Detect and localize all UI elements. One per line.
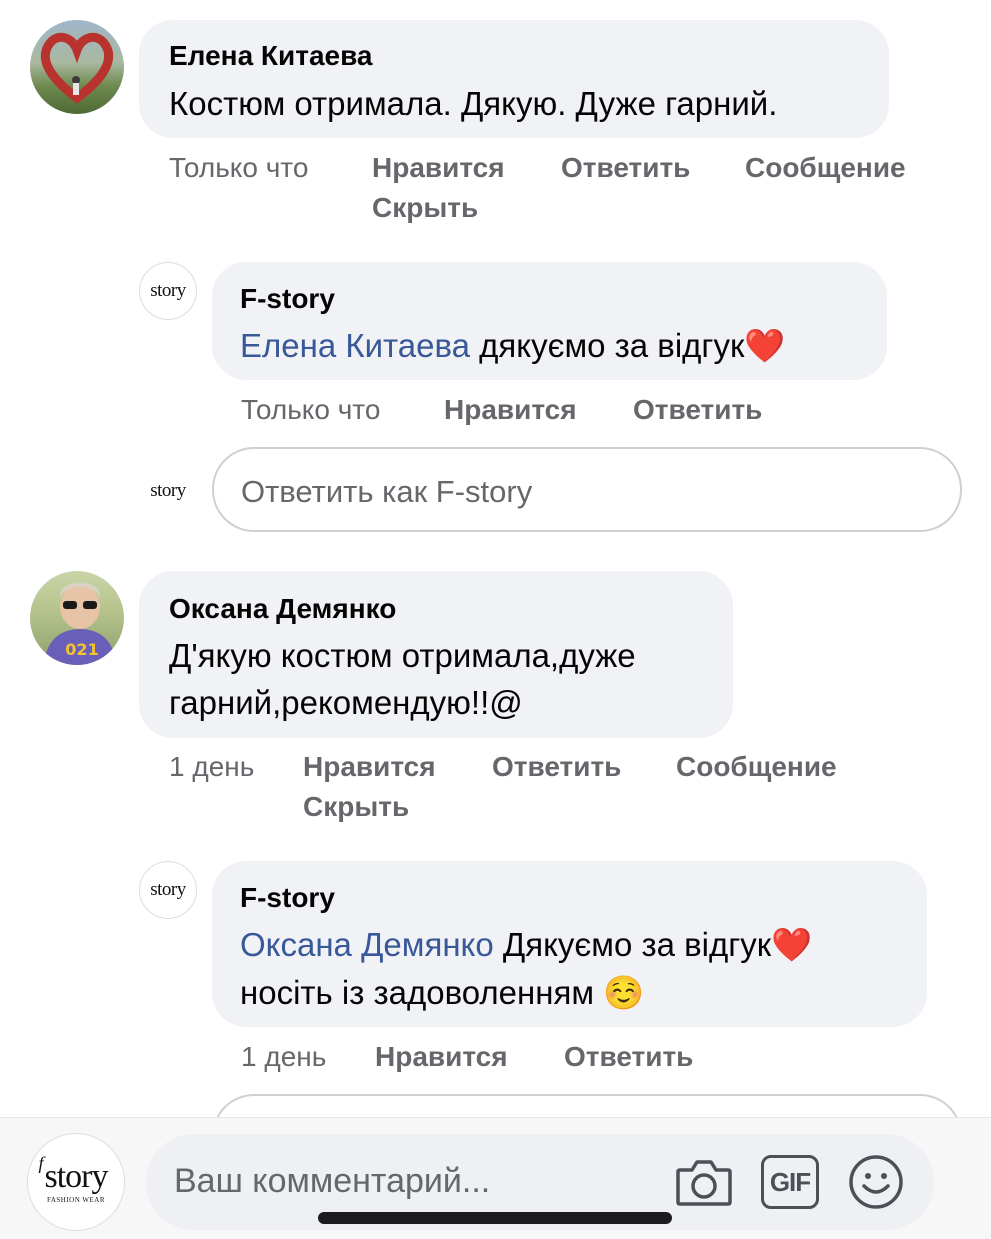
fstory-logo-text: story <box>150 480 186 501</box>
mention-link[interactable]: Елена Китаева <box>240 327 470 364</box>
avatar-elena[interactable] <box>30 20 124 114</box>
comment-bubble: Елена Китаева Костюм отримала. Дякую. Ду… <box>139 20 889 138</box>
smiling-emoji: ☺️ <box>603 974 645 1011</box>
camera-icon[interactable] <box>674 1154 734 1210</box>
like-button[interactable]: Нравится <box>372 152 505 184</box>
composer-avatar[interactable]: f story FASHION WEAR <box>28 1134 124 1230</box>
reply-like-button[interactable]: Нравится <box>375 1041 508 1073</box>
reply-time[interactable]: 1 день <box>241 1041 326 1073</box>
comment-author[interactable]: Оксана Демянко <box>169 593 396 625</box>
comment-time[interactable]: Только что <box>169 152 308 184</box>
fstory-logo-text: story <box>150 879 186 900</box>
comment-input-placeholder: Ваш комментарий... <box>174 1162 491 1200</box>
hide-button[interactable]: Скрыть <box>372 192 478 224</box>
fstory-avatar[interactable]: story <box>140 862 196 918</box>
reply-text-line1: Оксана Демянко Дякуємо за відгук❤️ <box>240 921 812 969</box>
reply-bubble: F-story Елена Китаева дякуємо за відгук❤… <box>212 262 887 380</box>
reply-text-line2-body: носіть із задоволенням <box>240 974 604 1011</box>
comment-time[interactable]: 1 день <box>169 751 254 783</box>
like-button[interactable]: Нравится <box>303 751 436 783</box>
person-photo-image: 021 <box>44 582 116 665</box>
gif-icon[interactable]: GIF <box>761 1155 819 1209</box>
gif-label: GIF <box>769 1166 811 1197</box>
message-button[interactable]: Сообщение <box>676 751 837 783</box>
reply-reply-button[interactable]: Ответить <box>564 1041 693 1073</box>
comment-text-line2: гарний,рекомендую!!@ <box>169 684 523 721</box>
heart-emoji: ❤️ <box>771 926 813 963</box>
svg-text:021: 021 <box>65 640 98 659</box>
reply-button[interactable]: Ответить <box>561 152 690 184</box>
heart-sculpture-image <box>40 32 114 104</box>
message-button[interactable]: Сообщение <box>745 152 906 184</box>
fstory-logo-text: story <box>150 280 186 301</box>
reply-author[interactable]: F-story <box>240 283 335 315</box>
reply-time[interactable]: Только что <box>241 394 380 426</box>
reply-as-placeholder: Ответить как F-story <box>241 474 533 509</box>
reply-text-line2: носіть із задоволенням ☺️ <box>240 969 644 1017</box>
reply-button[interactable]: Ответить <box>492 751 621 783</box>
mention-link[interactable]: Оксана Демянко <box>240 926 494 963</box>
composer-logo: f story <box>39 1153 109 1195</box>
reply-text: Елена Китаева дякуємо за відгук❤️ <box>240 322 786 370</box>
logo-letter-f: f <box>38 1153 44 1173</box>
reply-author[interactable]: F-story <box>240 882 335 914</box>
fstory-avatar[interactable]: story <box>140 263 196 319</box>
comment-bubble: Оксана Демянко Д'якую костюм отримала,ду… <box>139 571 733 738</box>
smiley-icon[interactable] <box>848 1154 904 1210</box>
logo-subtext: FASHION WEAR <box>46 1196 106 1204</box>
logo-text: story <box>44 1158 109 1195</box>
reply-as-input[interactable]: Ответить как F-story <box>212 447 962 532</box>
comment-author[interactable]: Елена Китаева <box>169 40 373 72</box>
comment-text: Костюм отримала. Дякую. Дуже гарний. <box>169 85 778 122</box>
hide-button[interactable]: Скрыть <box>303 791 409 823</box>
heart-emoji: ❤️ <box>744 327 786 364</box>
reply-bubble: F-story Оксана Демянко Дякуємо за відгук… <box>212 861 927 1027</box>
comment-text-line1: Д'якую костюм отримала,дуже <box>169 637 636 674</box>
reply-text-body: Дякуємо за відгук <box>493 926 772 963</box>
reply-like-button[interactable]: Нравится <box>444 394 577 426</box>
reply-text-body: дякуємо за відгук <box>470 327 745 364</box>
fstory-avatar-small: story <box>140 463 196 519</box>
home-indicator <box>318 1212 672 1224</box>
avatar-oksana[interactable]: 021 <box>30 571 124 665</box>
reply-reply-button[interactable]: Ответить <box>633 394 762 426</box>
